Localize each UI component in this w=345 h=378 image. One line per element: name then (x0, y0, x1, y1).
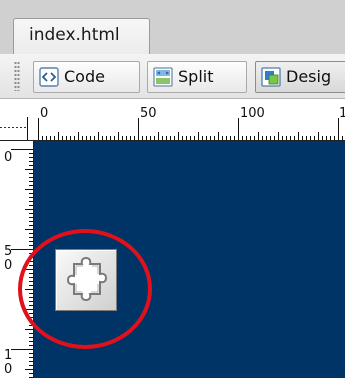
code-view-label: Code (64, 67, 105, 86)
document-tab-index[interactable]: index.html (13, 18, 150, 54)
design-canvas[interactable] (34, 141, 345, 378)
v-ruler-label-50-top: 5 (4, 244, 13, 259)
v-ruler-label-0: 0 (4, 150, 13, 165)
v-ruler-label-100-bottom: 0 (4, 362, 13, 377)
design-view-icon (261, 67, 281, 87)
design-view-label: Desig (286, 67, 332, 86)
dreamweaver-window: index.html Code Split Desig 0 50 100 1 0… (0, 0, 345, 378)
document-tab-bar: index.html (0, 0, 345, 54)
v-ruler-label-100-top: 1 (4, 348, 13, 363)
h-ruler-label-150: 1 (339, 106, 345, 121)
split-view-icon (153, 67, 173, 87)
v-ruler-label-50-bottom: 0 (4, 258, 13, 273)
h-ruler-label-100: 100 (240, 106, 265, 121)
plugin-placeholder[interactable] (55, 249, 117, 311)
puzzle-piece-icon (66, 256, 108, 302)
code-view-button[interactable]: Code (33, 61, 140, 93)
h-ruler-label-0: 0 (40, 106, 49, 121)
document-toolbar: Code Split Desig (0, 54, 345, 99)
split-view-label: Split (178, 67, 214, 86)
horizontal-ruler: 0 50 100 1 (0, 99, 345, 141)
document-tab-label: index.html (29, 25, 120, 45)
horizontal-ruler-ticks (0, 117, 345, 141)
toolbar-grip-handle[interactable] (14, 61, 20, 91)
design-view-button[interactable]: Desig (255, 61, 345, 93)
h-ruler-label-50: 50 (140, 106, 157, 121)
vertical-ruler: 0 5 0 1 0 (0, 141, 34, 378)
split-view-button[interactable]: Split (147, 61, 247, 93)
code-view-icon (39, 67, 59, 87)
